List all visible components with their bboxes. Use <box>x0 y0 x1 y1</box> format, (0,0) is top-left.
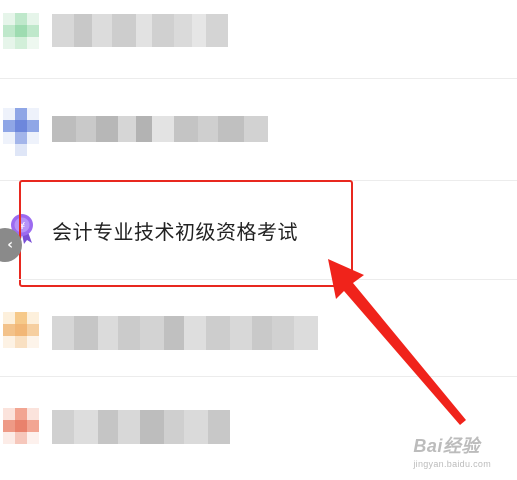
annotation-arrow <box>328 259 466 425</box>
annotation-highlight-box <box>19 180 353 287</box>
blurred-text <box>52 14 228 47</box>
list-item-blurred-2[interactable] <box>0 80 517 178</box>
blurred-text <box>52 116 268 142</box>
blurred-app-icon <box>3 13 39 49</box>
blurred-text <box>52 410 230 444</box>
blurred-text <box>52 316 318 350</box>
blurred-app-icon <box>3 108 39 156</box>
chevron-left-icon: ‹ <box>7 237 13 253</box>
blurred-app-icon <box>3 408 39 444</box>
baidu-jingyan-watermark: Bai经验 jingyan.baidu.com <box>413 436 491 469</box>
blurred-app-icon <box>3 312 39 348</box>
list-divider <box>0 78 517 79</box>
list-item-blurred-1[interactable] <box>0 0 517 75</box>
